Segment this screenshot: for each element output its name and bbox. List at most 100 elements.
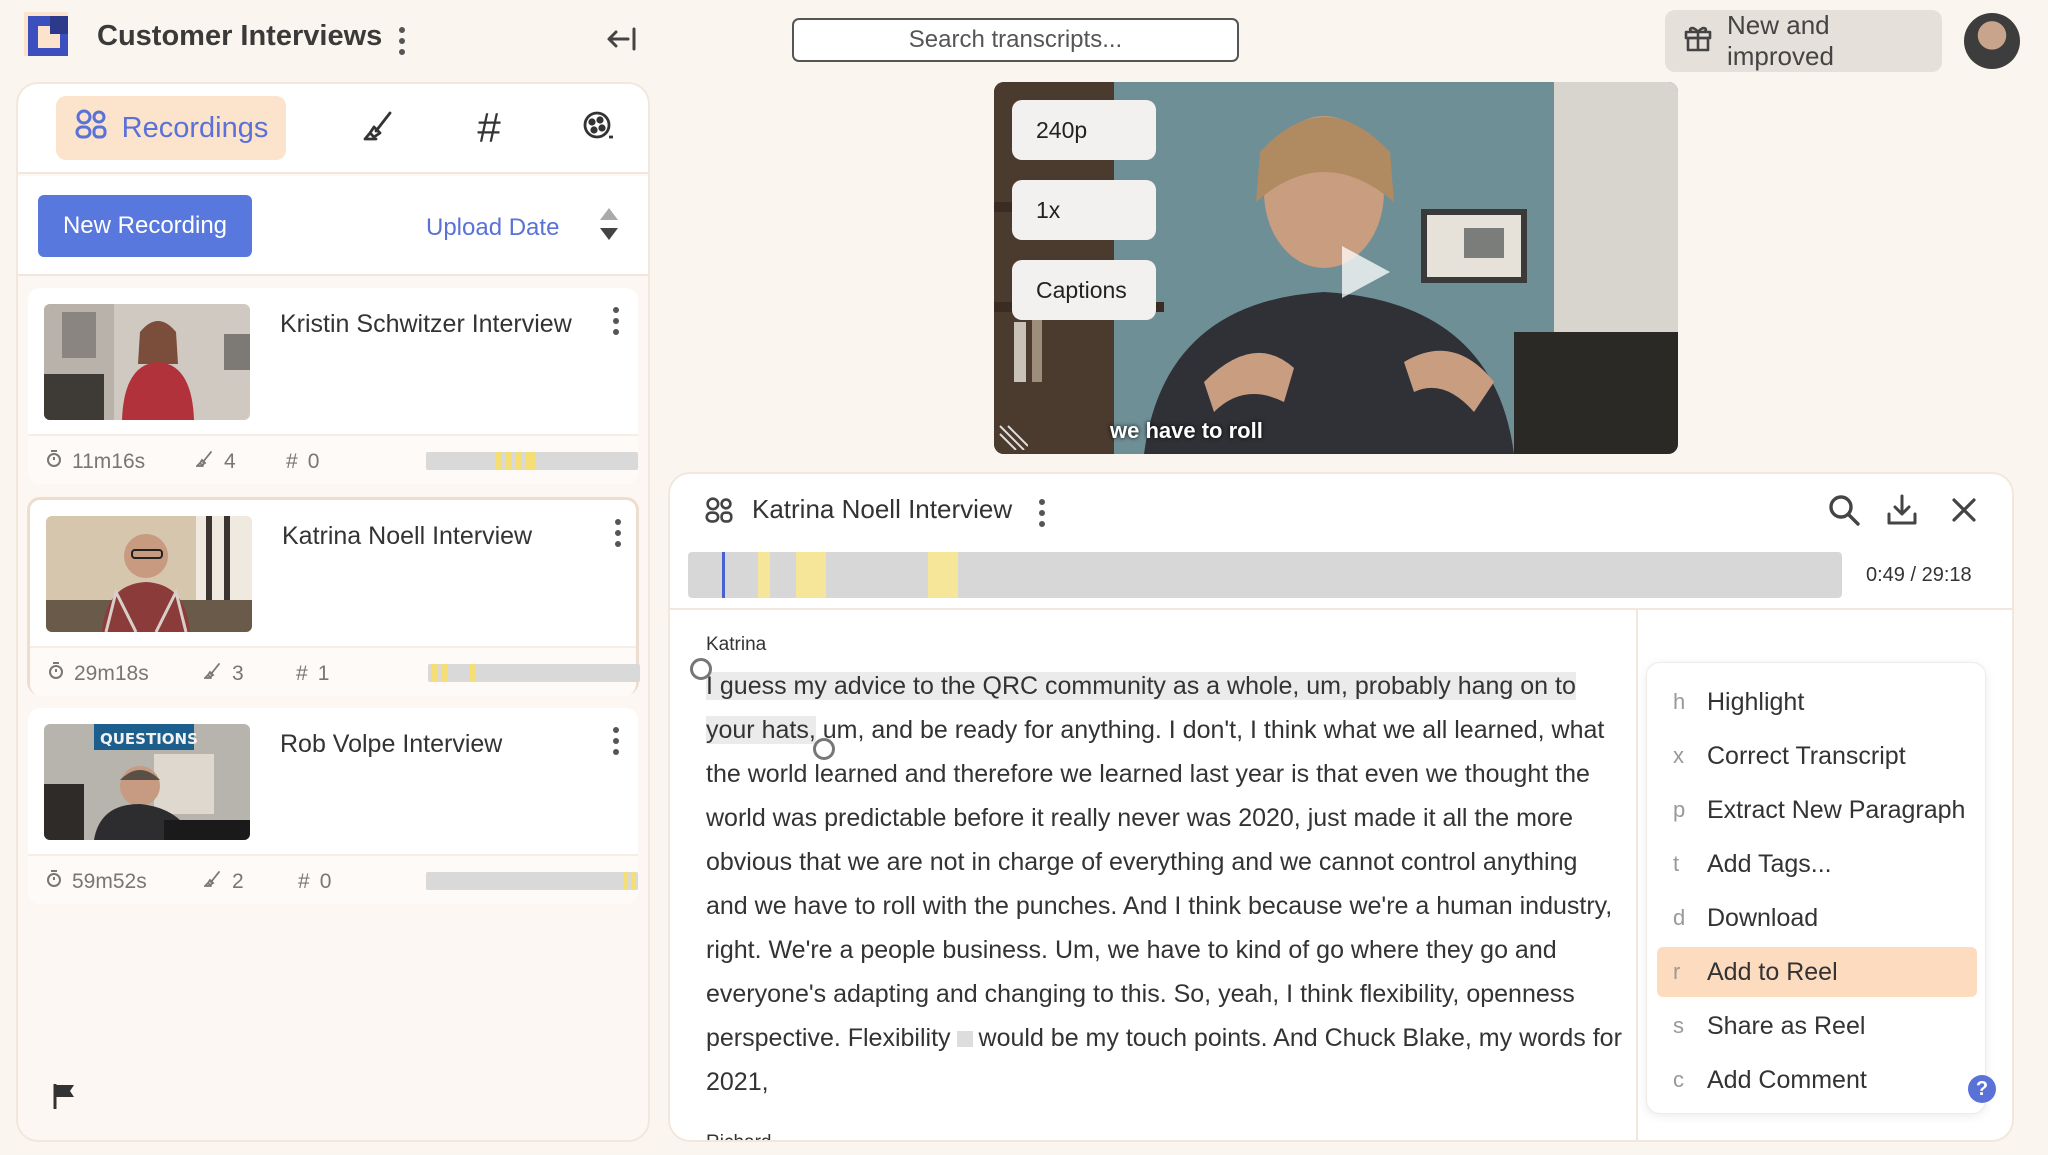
selection-start-handle[interactable]: [690, 658, 712, 680]
flag-icon[interactable]: [50, 1081, 80, 1111]
selection-end-handle[interactable]: [813, 738, 835, 760]
shortcut-key: p: [1673, 797, 1686, 822]
highlight-timeline-bar: [428, 664, 640, 682]
duration-value: 59m52s: [72, 870, 147, 893]
hashtag-icon: #: [296, 662, 308, 685]
menu-item-highlight[interactable]: h Highlight: [1657, 677, 1977, 727]
users-icon: [74, 108, 108, 148]
menu-item-add-to-reel[interactable]: r Add to Reel: [1657, 947, 1977, 997]
recording-thumbnail: QUESTIONS: [44, 724, 250, 840]
speed-button[interactable]: 1x: [1012, 180, 1156, 240]
highlight-marker: [631, 872, 635, 890]
menu-item-download[interactable]: d Download: [1657, 893, 1977, 943]
more-options-icon[interactable]: [395, 26, 409, 56]
transcript-header: Katrina Noell Interview 0:49 / 29:18: [670, 474, 2012, 610]
reel-icon: [581, 109, 615, 148]
recording-options-icon[interactable]: [609, 306, 623, 336]
recording-card[interactable]: QUESTIONS Rob Volpe Interview 59m52s 2 #…: [28, 708, 638, 904]
transcript-text[interactable]: um, and be ready for anything. I don't, …: [706, 716, 1612, 1052]
menu-item-share-as-reel[interactable]: s Share as Reel: [1657, 1001, 1977, 1051]
app-logo[interactable]: [24, 12, 74, 60]
duration-value: 29m18s: [74, 662, 149, 685]
search-input[interactable]: [792, 18, 1239, 62]
quality-button[interactable]: 240p: [1012, 100, 1156, 160]
highlights-count: 2: [232, 870, 244, 893]
panel-divider: [1636, 610, 1638, 1140]
highlight-marker: [516, 452, 522, 470]
shortcut-key: s: [1673, 1013, 1684, 1038]
tab-highlights[interactable]: [344, 96, 414, 160]
recording-title: Katrina Noell Interview: [282, 522, 533, 550]
highlights-stat: 3: [202, 662, 244, 686]
recording-title: Rob Volpe Interview: [280, 730, 503, 758]
tags-count: 1: [317, 662, 330, 685]
recording-stats: 29m18s 3 # 1: [30, 646, 640, 696]
highlight-timeline-bar: [426, 872, 638, 890]
menu-item-label: Download: [1707, 903, 1819, 932]
playhead[interactable]: [722, 552, 725, 598]
selection-context-menu: h Highlight x Correct Transcript p Extra…: [1646, 662, 1986, 1114]
sort-order-icon[interactable]: [598, 204, 620, 244]
collapse-sidebar-icon[interactable]: [604, 24, 638, 54]
shortcut-key: r: [1673, 959, 1681, 984]
download-icon[interactable]: [1884, 492, 1920, 528]
panel-tabs: Recordings #: [18, 84, 648, 174]
tab-reels[interactable]: [563, 96, 633, 160]
tags-stat: # 0: [298, 870, 331, 894]
menu-item-add-comment[interactable]: c Add Comment: [1657, 1055, 1977, 1105]
highlighter-icon: [202, 870, 222, 894]
recording-options-icon[interactable]: [609, 726, 623, 756]
highlighter-icon: [194, 450, 214, 474]
recording-card-active[interactable]: Katrina Noell Interview 29m18s 3 # 1: [28, 498, 640, 696]
tab-recordings[interactable]: Recordings: [56, 96, 286, 160]
menu-item-correct-transcript[interactable]: x Correct Transcript: [1657, 731, 1977, 781]
menu-item-label: Correct Transcript: [1707, 741, 1906, 770]
transcript-options-icon[interactable]: [1035, 498, 1049, 528]
menu-item-label: Add to Reel: [1707, 957, 1838, 986]
transcript-timeline[interactable]: [688, 552, 1842, 598]
app-title: Customer Interviews: [97, 20, 383, 52]
tab-tags[interactable]: #: [454, 96, 524, 160]
users-icon: [704, 496, 734, 529]
gift-icon: [1683, 23, 1713, 60]
new-and-improved-button[interactable]: New and improved: [1665, 10, 1942, 72]
highlights-stat: 2: [202, 870, 244, 894]
help-button[interactable]: ?: [1968, 1075, 1996, 1103]
user-avatar[interactable]: [1964, 13, 2020, 69]
play-icon[interactable]: [1334, 242, 1394, 302]
tags-count: 0: [319, 870, 332, 893]
transcript-paragraph[interactable]: I guess my advice to the QRC community a…: [706, 664, 1624, 1104]
shortcut-key: c: [1673, 1067, 1684, 1092]
new-and-improved-label: New and improved: [1727, 10, 1834, 71]
shortcut-key: x: [1673, 743, 1684, 768]
highlight-marker: [526, 452, 536, 470]
highlight-marker: [432, 664, 437, 682]
highlights-stat: 4: [194, 450, 236, 474]
highlight-marker: [442, 664, 447, 682]
new-recording-button[interactable]: New Recording: [38, 195, 252, 257]
tags-stat: # 0: [286, 450, 319, 474]
timer-icon: [48, 662, 64, 686]
highlights-count: 4: [224, 450, 236, 473]
menu-item-add-tags[interactable]: t Add Tags...: [1657, 839, 1977, 889]
recording-options-icon[interactable]: [611, 518, 625, 548]
timer-icon: [46, 870, 62, 894]
highlights-count: 3: [232, 662, 244, 685]
menu-item-extract-paragraph[interactable]: p Extract New Paragraph: [1657, 785, 1977, 835]
resize-handle-icon[interactable]: [998, 422, 1029, 451]
search-icon[interactable]: [1826, 492, 1862, 528]
recording-thumbnail: [46, 516, 252, 632]
highlight-marker: [506, 452, 512, 470]
shortcut-key: t: [1673, 851, 1680, 876]
duration-value: 11m16s: [72, 450, 146, 473]
captions-button[interactable]: Captions: [1012, 260, 1156, 320]
highlighter-icon: [362, 109, 396, 148]
recordings-panel: Recordings # New Recording Upload Date K…: [16, 82, 650, 1142]
highlighter-icon: [202, 662, 222, 686]
close-icon[interactable]: [1946, 492, 1982, 528]
video-player[interactable]: 240p 1x Captions we have to roll: [994, 82, 1678, 454]
sort-dropdown[interactable]: Upload Date: [426, 214, 559, 242]
recording-card[interactable]: Kristin Schwitzer Interview 11m16s 4 # 0: [28, 288, 638, 484]
speaker-label: Richard: [706, 1132, 771, 1140]
hashtag-icon: #: [477, 104, 501, 151]
